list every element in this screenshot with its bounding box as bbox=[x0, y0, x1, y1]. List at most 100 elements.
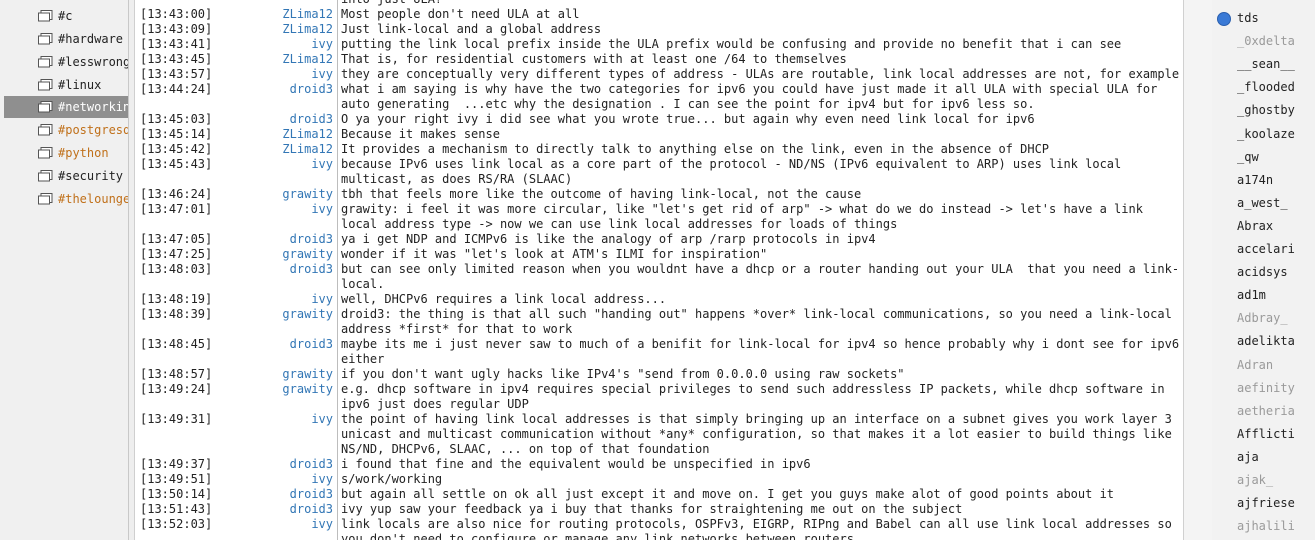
message-nick[interactable]: ZLima12 bbox=[240, 52, 338, 67]
user-item[interactable]: _ghostby bbox=[1237, 100, 1315, 120]
message-row: [13:47:25] grawity wonder if it was "let's… bbox=[136, 247, 1182, 262]
user-item[interactable]: accelari bbox=[1237, 239, 1315, 259]
chat-bubble-icon bbox=[38, 192, 53, 206]
message-nick[interactable]: ivy bbox=[240, 412, 338, 457]
message-nick[interactable]: grawity bbox=[240, 187, 338, 202]
message-text: maybe its me i just never saw to much of… bbox=[341, 337, 1180, 366]
message-nick[interactable]: ivy bbox=[240, 202, 338, 232]
user-item[interactable]: a174n bbox=[1237, 170, 1315, 190]
message-row: [13:46:24] grawity tbh that feels more lik… bbox=[136, 187, 1182, 202]
message-nick[interactable]: droid3 bbox=[240, 82, 338, 112]
message-row: [13:44:24] droid3 what i am saying is why … bbox=[136, 82, 1182, 112]
user-item[interactable]: _qw bbox=[1237, 147, 1315, 167]
user-item[interactable]: aja bbox=[1237, 447, 1315, 467]
message-nick[interactable]: droid3 bbox=[240, 112, 338, 127]
user-item[interactable]: ajhalili bbox=[1237, 516, 1315, 536]
message-nick[interactable]: droid3 bbox=[240, 457, 338, 472]
channel-name: #python bbox=[58, 146, 109, 160]
message-nick[interactable]: droid3 bbox=[240, 487, 338, 502]
message-text: well, DHCPv6 requires a link local addre… bbox=[341, 292, 667, 306]
channel-item[interactable]: #security bbox=[4, 165, 128, 187]
user-item[interactable]: a_west_ bbox=[1237, 193, 1315, 213]
user-item[interactable]: ajfriese bbox=[1237, 493, 1315, 513]
message-timestamp: [13:46:24] bbox=[140, 187, 213, 201]
message-timestamp: [13:49:31] bbox=[140, 412, 213, 426]
user-item[interactable]: _0xdelta bbox=[1237, 31, 1315, 51]
message-nick[interactable]: ivy bbox=[240, 67, 338, 82]
user-item[interactable]: _flooded bbox=[1237, 77, 1315, 97]
message-nick[interactable]: droid3 bbox=[240, 262, 338, 292]
message-text: i found that fine and the equivalent wou… bbox=[341, 457, 811, 471]
message-row: [13:51:43] droid3 ivy yup saw your feedbac… bbox=[136, 502, 1182, 517]
message-nick[interactable]: ZLima12 bbox=[240, 7, 338, 22]
user-item[interactable]: tds bbox=[1237, 8, 1315, 28]
message-row: [13:43:41] ivy putting the link local pref… bbox=[136, 37, 1182, 52]
channel-item[interactable]: #hardware bbox=[4, 28, 128, 50]
message-row: [13:45:43] ivy because IPv6 uses link loca… bbox=[136, 157, 1182, 187]
user-item[interactable]: ajak_ bbox=[1237, 470, 1315, 490]
message-text: because IPv6 uses link local as a core p… bbox=[341, 157, 1129, 186]
message-nick[interactable]: grawity bbox=[240, 367, 338, 382]
channel-item[interactable]: #c bbox=[4, 5, 128, 27]
channel-item[interactable]: #networking bbox=[4, 96, 128, 118]
user-item[interactable]: Adran bbox=[1237, 355, 1315, 375]
message-nick[interactable] bbox=[240, 0, 338, 7]
message-row: [13:48:19] ivy well, DHCPv6 requires a lin… bbox=[136, 292, 1182, 307]
message-nick[interactable]: grawity bbox=[240, 307, 338, 337]
message-text: but again all settle on ok all just exce… bbox=[341, 487, 1115, 501]
message-text: the point of having link local addresses… bbox=[341, 412, 1180, 456]
message-timestamp bbox=[136, 0, 240, 7]
message-timestamp: [13:45:14] bbox=[140, 127, 213, 141]
message-nick[interactable]: grawity bbox=[240, 247, 338, 262]
message-nick[interactable]: ivy bbox=[240, 292, 338, 307]
message-nick[interactable]: ivy bbox=[240, 472, 338, 487]
message-row: [13:43:57] ivy they are conceptually very … bbox=[136, 67, 1182, 82]
message-row: [13:52:03] ivy link locals are also nice f… bbox=[136, 517, 1182, 540]
user-list: tds _0xdelta __sean__ _flooded _ghostby _kool… bbox=[1212, 0, 1315, 540]
message-row: [13:43:45] ZLima12 That is, for residentia… bbox=[136, 52, 1182, 67]
message-nick[interactable]: ZLima12 bbox=[240, 127, 338, 142]
channel-item[interactable]: #python bbox=[4, 142, 128, 164]
message-nick[interactable]: droid3 bbox=[240, 337, 338, 367]
message-row: [13:50:14] droid3 but again all settle on … bbox=[136, 487, 1182, 502]
user-item[interactable]: Adbray_ bbox=[1237, 308, 1315, 328]
user-item[interactable]: aefinity bbox=[1237, 378, 1315, 398]
message-nick[interactable]: ivy bbox=[240, 517, 338, 540]
message-log[interactable]: into just ULA?[13:43:00]ZLima12Most peop… bbox=[136, 0, 1182, 540]
user-item[interactable]: Abrax bbox=[1237, 216, 1315, 236]
message-row: [13:49:31] ivy the point of having link lo… bbox=[136, 412, 1182, 457]
message-text: into just ULA? bbox=[338, 0, 1181, 7]
message-timestamp: [13:48:57] bbox=[140, 367, 213, 381]
user-item[interactable]: ad1m bbox=[1237, 285, 1315, 305]
channel-item[interactable]: #postgresql bbox=[4, 119, 128, 141]
message-nick[interactable]: ZLima12 bbox=[240, 22, 338, 37]
user-item[interactable]: aetheria bbox=[1237, 401, 1315, 421]
log-scrollbar[interactable] bbox=[1183, 0, 1213, 540]
channel-name: #lesswrong bbox=[58, 55, 128, 69]
message-nick[interactable]: ivy bbox=[240, 157, 338, 187]
message-nick[interactable]: ZLima12 bbox=[240, 142, 338, 157]
message-timestamp: [13:52:03] bbox=[140, 517, 213, 531]
message-nick[interactable]: droid3 bbox=[240, 502, 338, 517]
message-text: That is, for residential customers with … bbox=[341, 52, 847, 66]
message-text: what i am saying is why have the two cat… bbox=[341, 82, 1165, 111]
chat-bubble-icon bbox=[38, 146, 53, 160]
user-item[interactable]: adelikta bbox=[1237, 331, 1315, 351]
sidebar-divider[interactable] bbox=[129, 0, 135, 540]
message-row: [13:48:03] droid3 but can see only limited… bbox=[136, 262, 1182, 292]
user-item[interactable]: _koolaze bbox=[1237, 124, 1315, 144]
user-item[interactable]: Afflicti bbox=[1237, 424, 1315, 444]
message-timestamp: [13:43:09] bbox=[140, 22, 213, 36]
message-row: [13:45:14] ZLima12 Because it makes sense bbox=[136, 127, 1182, 142]
channel-item[interactable]: #linux bbox=[4, 74, 128, 96]
message-nick[interactable]: grawity bbox=[240, 382, 338, 412]
message-row: [13:48:57] grawity if you don't want ugly … bbox=[136, 367, 1182, 382]
channel-list: #c #hardware #lesswrong #linux #networking #p… bbox=[0, 0, 129, 540]
message-nick[interactable]: droid3 bbox=[240, 232, 338, 247]
channel-item[interactable]: #thelounge bbox=[4, 188, 128, 210]
message-nick[interactable]: ivy bbox=[240, 37, 338, 52]
channel-item[interactable]: #lesswrong bbox=[4, 51, 128, 73]
message-text: grawity: i feel it was more circular, li… bbox=[341, 202, 1151, 231]
user-item[interactable]: acidsys bbox=[1237, 262, 1315, 282]
user-item[interactable]: __sean__ bbox=[1237, 54, 1315, 74]
